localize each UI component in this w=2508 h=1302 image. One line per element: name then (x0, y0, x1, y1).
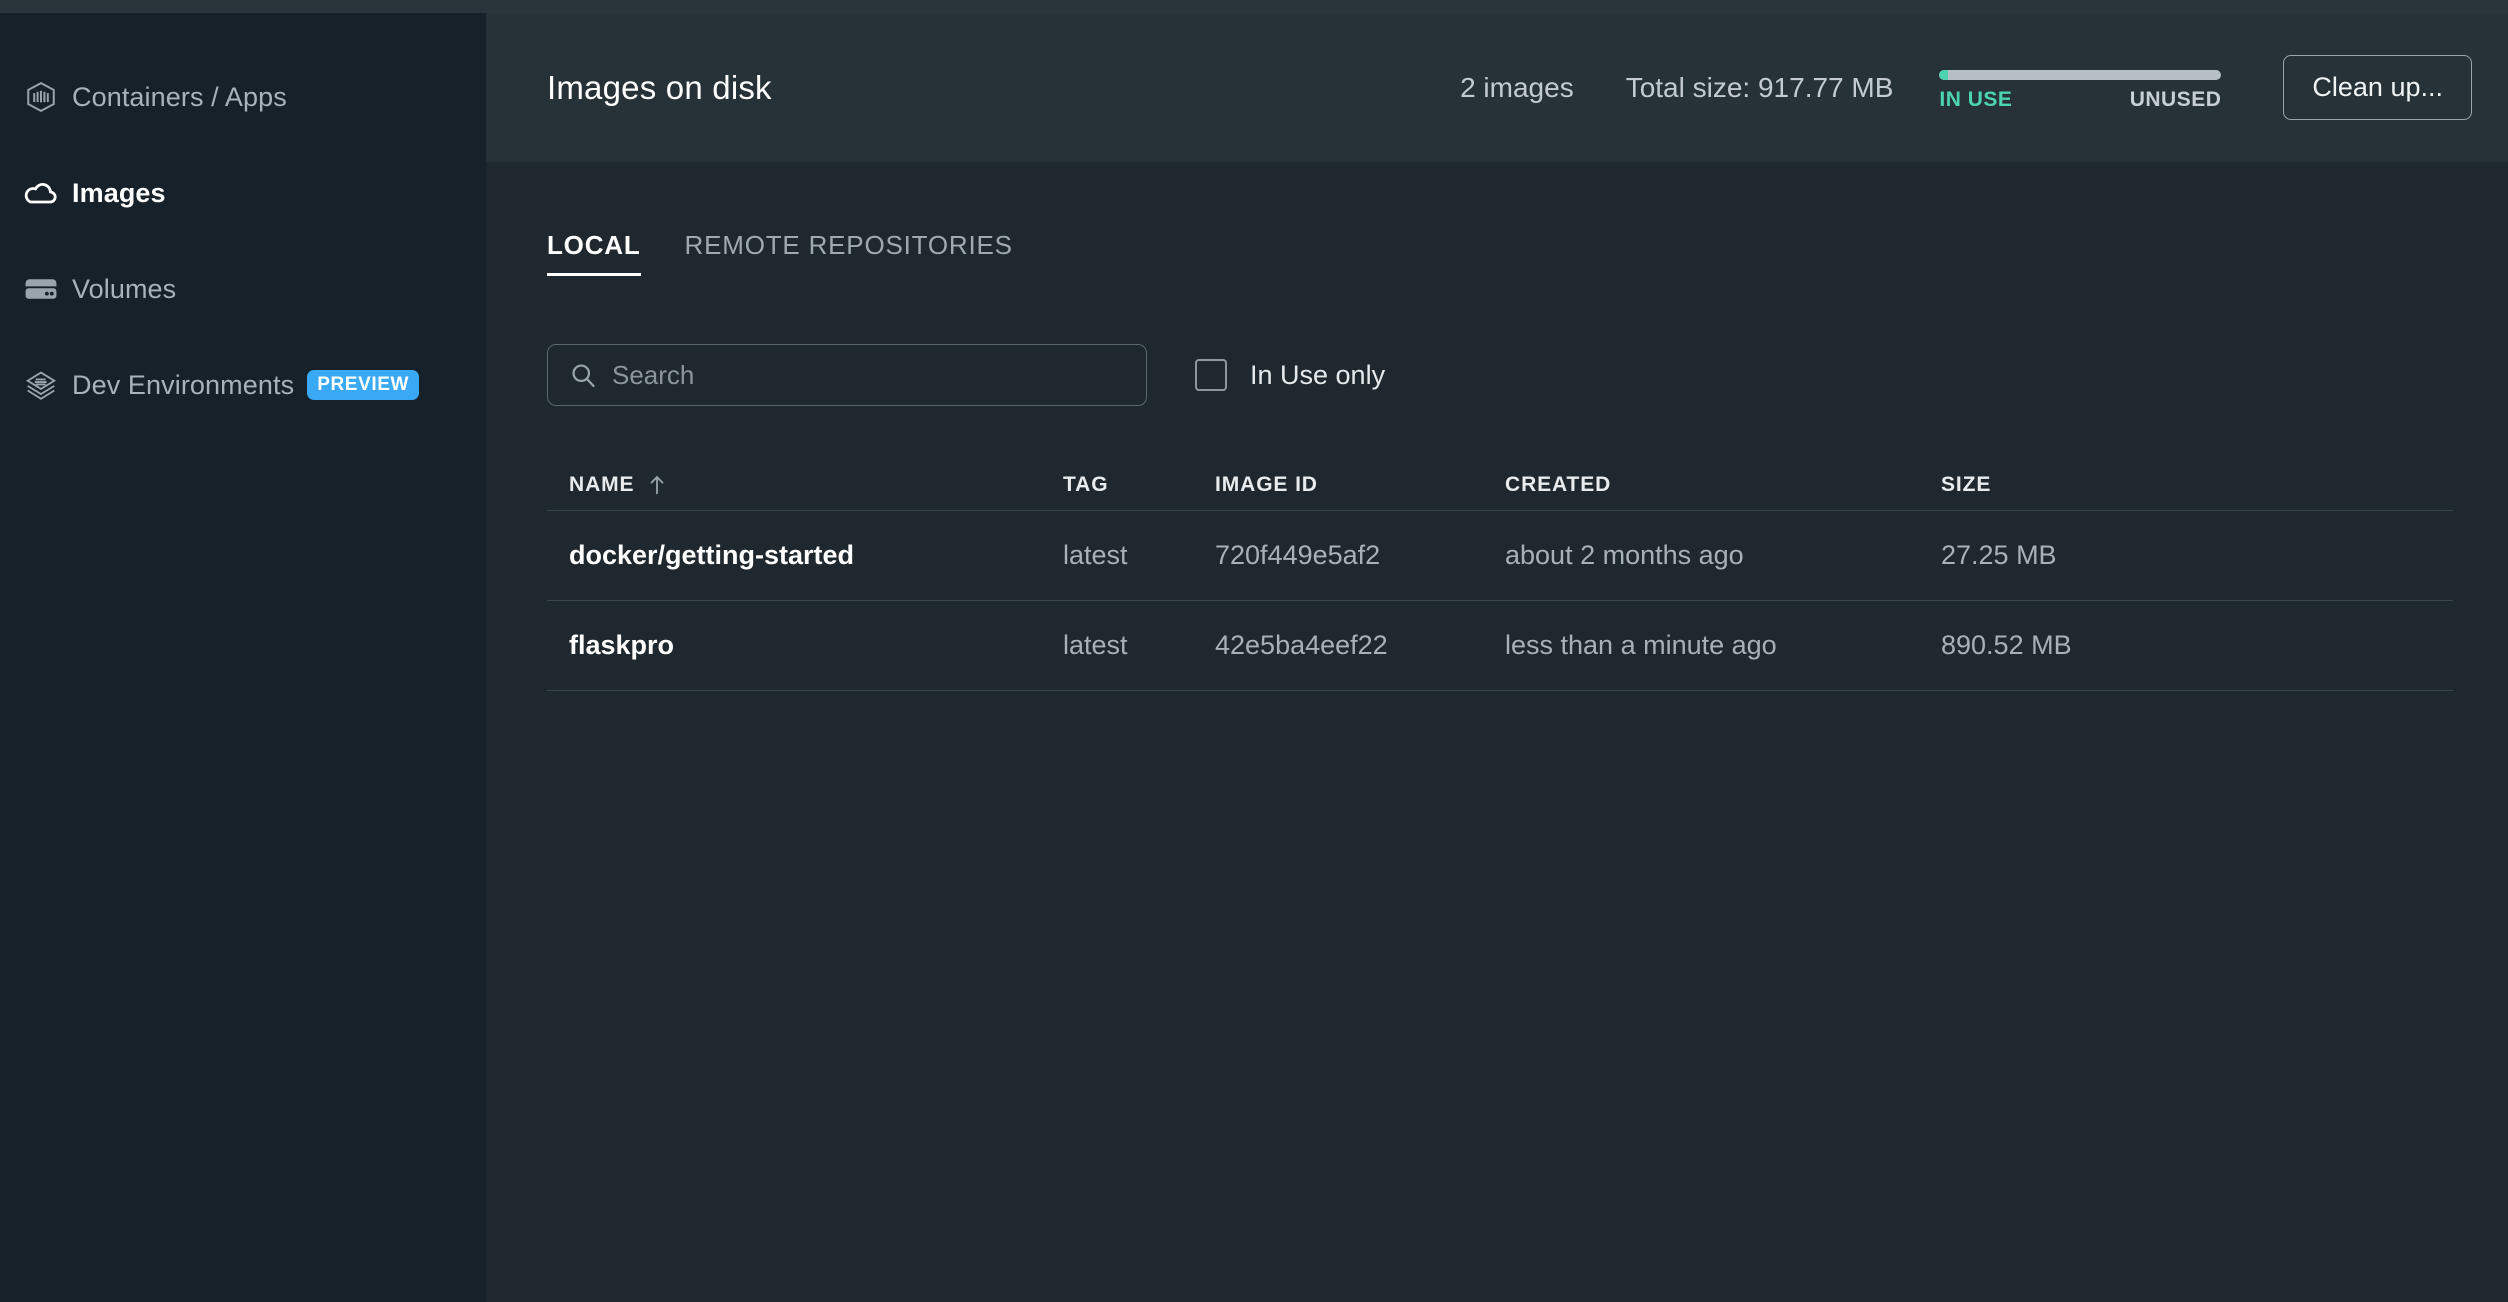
table-row[interactable]: docker/getting-started latest 720f449e5a… (547, 511, 2453, 601)
sidebar-item-images[interactable]: Images (0, 145, 486, 241)
usage-label-unused: UNUSED (2129, 87, 2222, 111)
usage-bar (1939, 69, 2222, 80)
cell-size: 890.52 MB (1941, 630, 2072, 660)
column-header-created[interactable]: CREATED (1505, 473, 1941, 497)
column-header-size[interactable]: SIZE (1941, 473, 2221, 497)
cell-tag: latest (1063, 630, 1128, 660)
usage-bar-in-use-fill (1939, 69, 1948, 80)
cell-name: docker/getting-started (569, 540, 855, 570)
column-header-image-id[interactable]: IMAGE ID (1215, 473, 1505, 497)
main-panel: Images on disk 2 images Total size: 917.… (486, 13, 2508, 1302)
cell-image-id: 720f449e5af2 (1215, 540, 1381, 570)
app-shell: Containers / Apps Images Volumes Dev Env… (0, 13, 2508, 1302)
in-use-only-checkbox[interactable]: In Use only (1195, 359, 1385, 391)
cell-size: 27.25 MB (1941, 540, 2057, 570)
window-titlebar (0, 0, 2508, 13)
tab-remote-repositories[interactable]: REMOTE REPOSITORIES (685, 230, 1013, 276)
column-header-name[interactable]: NAME (547, 473, 1063, 497)
page-title: Images on disk (547, 68, 772, 106)
table-row[interactable]: flaskpro latest 42e5ba4eef22 less than a… (547, 601, 2453, 691)
images-table: NAME TAG IMAGE ID CREATED SIZE docker/ge… (547, 459, 2453, 691)
clean-up-button[interactable]: Clean up... (2283, 55, 2472, 120)
sidebar-item-dev-environments[interactable]: Dev Environments PREVIEW (0, 337, 486, 433)
disk-usage-meter: IN USE UNUSED (1939, 64, 2222, 112)
cell-created: less than a minute ago (1505, 630, 1777, 660)
search-input[interactable] (547, 344, 1147, 406)
cloud-icon (10, 175, 72, 211)
tab-local[interactable]: LOCAL (547, 230, 641, 276)
sidebar-item-label: Volumes (72, 273, 177, 304)
sidebar-item-containers-apps[interactable]: Containers / Apps (0, 49, 486, 145)
cell-created: about 2 months ago (1505, 540, 1744, 570)
volume-icon (10, 275, 72, 303)
sort-ascending-icon (646, 473, 668, 497)
search-field (547, 344, 1147, 406)
page-header: Images on disk 2 images Total size: 917.… (486, 13, 2508, 162)
cell-image-id: 42e5ba4eef22 (1215, 630, 1388, 660)
sidebar-item-label: Images (72, 177, 166, 208)
column-header-tag[interactable]: TAG (1063, 473, 1215, 497)
cell-tag: latest (1063, 540, 1128, 570)
usage-label-in-use: IN USE (1939, 87, 2013, 111)
container-icon (10, 80, 72, 114)
preview-badge: PREVIEW (307, 370, 420, 400)
in-use-only-label: In Use only (1250, 359, 1386, 390)
sidebar-item-label: Containers / Apps (72, 81, 287, 112)
cell-name: flaskpro (569, 630, 675, 660)
column-header-label: NAME (569, 472, 635, 496)
checkbox-box[interactable] (1195, 359, 1227, 391)
total-size-stat: Total size: 917.77 MB (1625, 71, 1894, 103)
sidebar-item-label: Dev Environments (72, 369, 295, 400)
image-count-stat: 2 images (1460, 71, 1574, 103)
usage-legend: IN USE UNUSED (1939, 88, 2221, 112)
filter-row: In Use only (547, 344, 2447, 406)
table-header-row: NAME TAG IMAGE ID CREATED SIZE (547, 459, 2453, 511)
sidebar: Containers / Apps Images Volumes Dev Env… (0, 13, 486, 1302)
tab-bar: LOCAL REMOTE REPOSITORIES (547, 162, 2447, 276)
layers-icon (10, 368, 72, 402)
sidebar-item-volumes[interactable]: Volumes (0, 241, 486, 337)
page-content: LOCAL REMOTE REPOSITORIES In Use only (486, 162, 2508, 691)
